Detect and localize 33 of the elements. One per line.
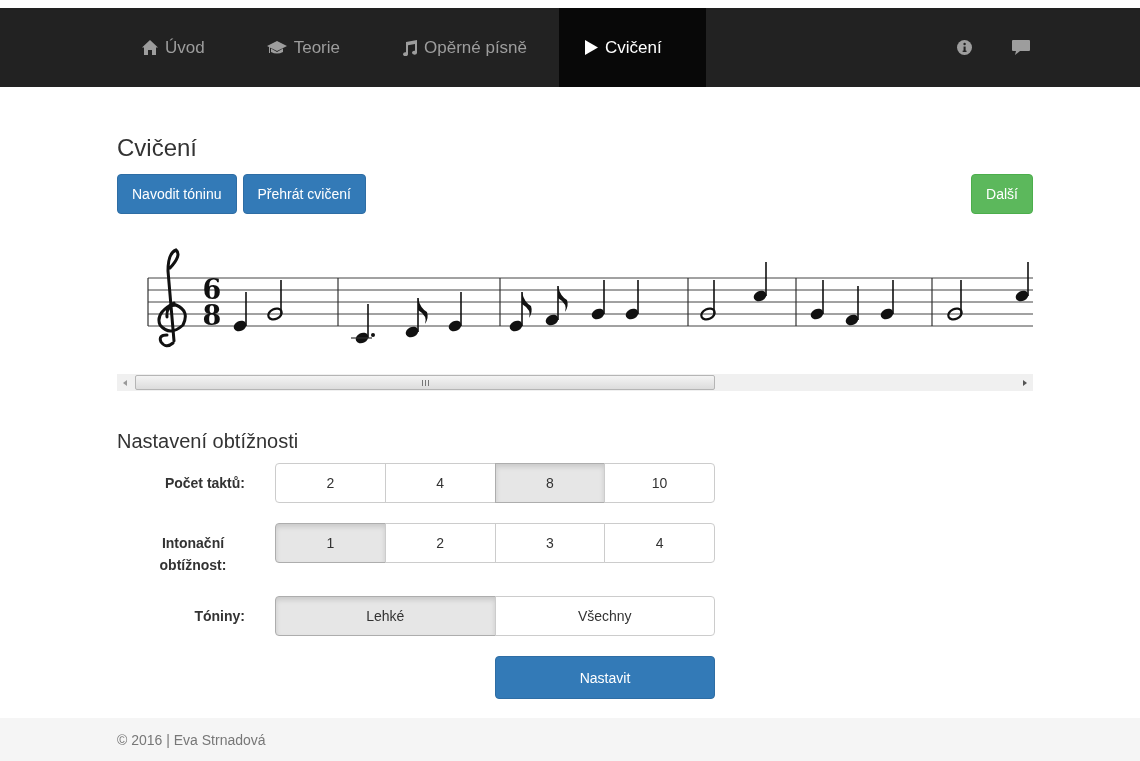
field-label: Počet taktů: bbox=[163, 474, 245, 493]
option-button[interactable]: 4 bbox=[384, 463, 496, 503]
play-icon bbox=[585, 40, 598, 55]
option-button[interactable]: 2 bbox=[384, 523, 496, 563]
scroll-left-icon bbox=[123, 379, 127, 386]
music-note-icon bbox=[402, 39, 417, 56]
graduation-cap-icon bbox=[266, 40, 287, 55]
nav-tab[interactable]: Opěrné písně bbox=[384, 8, 545, 87]
toolbar-button[interactable]: Přehrát cvičení bbox=[242, 174, 366, 214]
copyright-text: © 2016 | Eva Strnadová bbox=[117, 731, 266, 748]
option-button[interactable]: 10 bbox=[604, 463, 715, 503]
option-button[interactable]: Všechny bbox=[494, 596, 715, 636]
toolbar-button[interactable]: Navodit tóninu bbox=[117, 174, 237, 214]
option-button[interactable]: 4 bbox=[604, 523, 715, 563]
option-button[interactable]: 8 bbox=[494, 463, 606, 503]
option-button[interactable]: Lehké bbox=[275, 596, 496, 636]
field-label: Intonační obtížnost: bbox=[158, 534, 228, 575]
nav-tab[interactable]: Teorie bbox=[248, 8, 358, 87]
submit-button[interactable]: Nastavit bbox=[495, 656, 715, 699]
scroll-right-icon bbox=[1023, 379, 1027, 386]
nav-tab[interactable]: Úvod bbox=[124, 8, 223, 87]
option-button[interactable]: 2 bbox=[275, 463, 386, 503]
page-title: Cvičení bbox=[117, 133, 199, 163]
info-icon bbox=[957, 40, 972, 55]
speech-bubble-icon bbox=[1012, 40, 1030, 55]
home-icon bbox=[142, 40, 158, 55]
option-button[interactable]: 1 bbox=[275, 523, 386, 563]
option-button[interactable]: 3 bbox=[494, 523, 606, 563]
horizontal-scrollbar[interactable] bbox=[117, 374, 1033, 391]
section-title: Nastavení obtížnosti bbox=[117, 429, 300, 453]
scrollbar-thumb[interactable] bbox=[135, 375, 715, 390]
nav-tab[interactable]: Cvičení bbox=[559, 8, 706, 87]
field-label: Tóniny: bbox=[193, 607, 245, 626]
